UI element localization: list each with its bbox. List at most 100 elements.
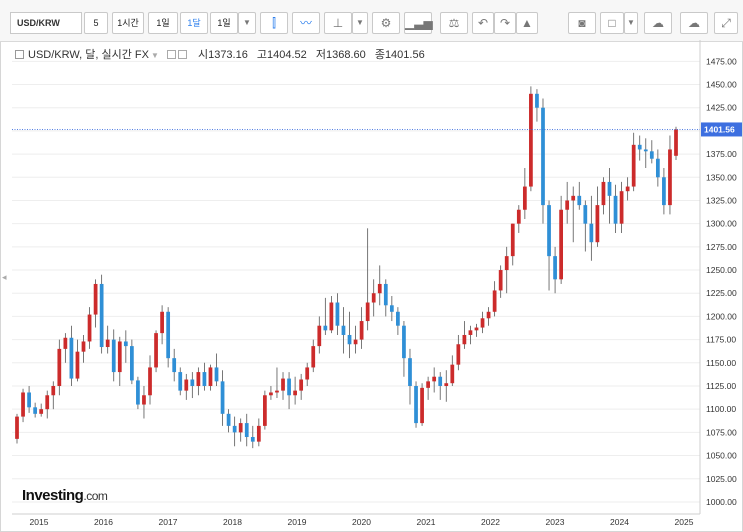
candle-body-up	[317, 325, 322, 347]
candle-body-up	[480, 318, 485, 328]
candle-body-up	[486, 311, 491, 319]
candle-body-up	[45, 395, 50, 410]
candle-body-down	[438, 376, 443, 386]
x-tick-label: 2021	[417, 517, 436, 527]
candle-body-down	[27, 392, 31, 408]
candle-body-down	[123, 341, 128, 347]
candle-body-up	[359, 321, 364, 340]
candle-body-up	[256, 425, 261, 442]
candle-body-down	[643, 149, 648, 152]
x-tick-label: 2025	[675, 517, 694, 527]
candle-body-up	[15, 416, 19, 439]
candle-body-up	[565, 200, 570, 210]
candle-body-up	[353, 339, 358, 345]
candle-body-down	[287, 378, 291, 396]
candle-body-down	[178, 372, 183, 391]
y-tick-label: 1425.00	[706, 103, 737, 113]
candle-body-down	[244, 423, 249, 438]
y-tick-label: 1200.00	[706, 311, 737, 321]
candle-body-up	[269, 392, 273, 396]
candle-body-up	[311, 346, 316, 368]
candle-body-up	[81, 341, 86, 352]
candlestick-chart[interactable]: 1000.00 1025.00 1050.00 1075.00 1100.00 1125.…	[0, 0, 743, 532]
candle-body-up	[87, 314, 92, 342]
candle-body-down	[649, 151, 654, 159]
candle-body-down	[323, 325, 328, 331]
candle-body-up	[492, 290, 497, 312]
candle-body-down	[202, 372, 207, 386]
candle-body-down	[220, 381, 225, 414]
candle-body-up	[148, 367, 152, 396]
y-tick-label: 1325.00	[706, 195, 737, 205]
x-tick-label: 2022	[481, 517, 500, 527]
y-tick-label: 1000.00	[706, 497, 737, 507]
candle-body-down	[172, 358, 177, 373]
y-tick-label: 1100.00	[706, 404, 736, 414]
candle-body-down	[383, 283, 388, 306]
y-tick-label: 1300.00	[706, 219, 737, 229]
candle-body-up	[571, 195, 576, 201]
candle-body-down	[662, 177, 666, 206]
candle-body-up	[595, 205, 600, 243]
x-tick-label: 2017	[159, 517, 178, 527]
candle-body-up	[329, 302, 334, 331]
candle-body-down	[335, 302, 340, 326]
candle-body-down	[389, 305, 394, 312]
candle-body-down	[250, 437, 255, 442]
y-tick-label: 1075.00	[706, 427, 737, 437]
candle-body-down	[396, 311, 400, 326]
candle-body-up	[420, 387, 424, 424]
candle-body-up	[275, 390, 279, 393]
candle-body-up	[39, 409, 44, 414]
x-tick-label: 2020	[352, 517, 371, 527]
candle-body-up	[444, 383, 449, 386]
y-tick-label: 1175.00	[706, 335, 736, 345]
candle-body-up	[456, 344, 461, 365]
candle-body-up	[668, 149, 672, 206]
candle-body-up	[522, 186, 527, 210]
candle-body-up	[105, 339, 110, 348]
candle-body-up	[281, 378, 285, 391]
candle-body-up	[238, 423, 243, 433]
candle-body-down	[414, 385, 418, 424]
candle-body-up	[432, 376, 437, 382]
candle-body-up	[468, 330, 473, 335]
candle-body-up	[305, 367, 310, 380]
y-tick-label: 1350.00	[706, 172, 737, 182]
candle-body-down	[402, 325, 406, 359]
candle-body-down	[69, 337, 74, 379]
candle-body-up	[619, 191, 624, 224]
candle-body-down	[33, 407, 38, 414]
y-tick-label: 1475.00	[706, 56, 737, 66]
x-tick-label: 2024	[610, 517, 629, 527]
candle-body-up	[184, 379, 189, 391]
candle-body-up	[450, 364, 455, 384]
candle-body-up	[462, 334, 467, 345]
candle-body-down	[547, 205, 551, 257]
x-tick-label: 2023	[546, 517, 565, 527]
candle-body-up	[263, 395, 267, 426]
candle-body-up	[63, 337, 68, 349]
candle-body-up	[601, 181, 606, 206]
candle-body-down	[129, 346, 134, 381]
candle-body-down	[408, 358, 412, 386]
candle-body-down	[214, 367, 219, 382]
x-tick-label: 2019	[288, 517, 307, 527]
candle-body-up	[625, 186, 630, 192]
candle-body-up	[293, 390, 297, 396]
candle-body-up	[474, 327, 479, 331]
candle-body-up	[529, 93, 533, 187]
candle-body-down	[347, 334, 352, 345]
candle-body-up	[365, 302, 370, 322]
candle-body-down	[589, 223, 594, 243]
candle-body-up	[57, 348, 62, 386]
price-label: 1401.56	[704, 124, 735, 134]
candle-body-up	[426, 381, 430, 388]
candle-body-down	[577, 195, 582, 206]
candle-body-down	[637, 144, 642, 150]
candle-body-down	[607, 181, 612, 196]
candle-body-down	[232, 425, 237, 433]
candle-body-down	[655, 158, 660, 178]
y-tick-label: 1450.00	[706, 80, 737, 90]
x-tick-label: 2018	[223, 517, 242, 527]
